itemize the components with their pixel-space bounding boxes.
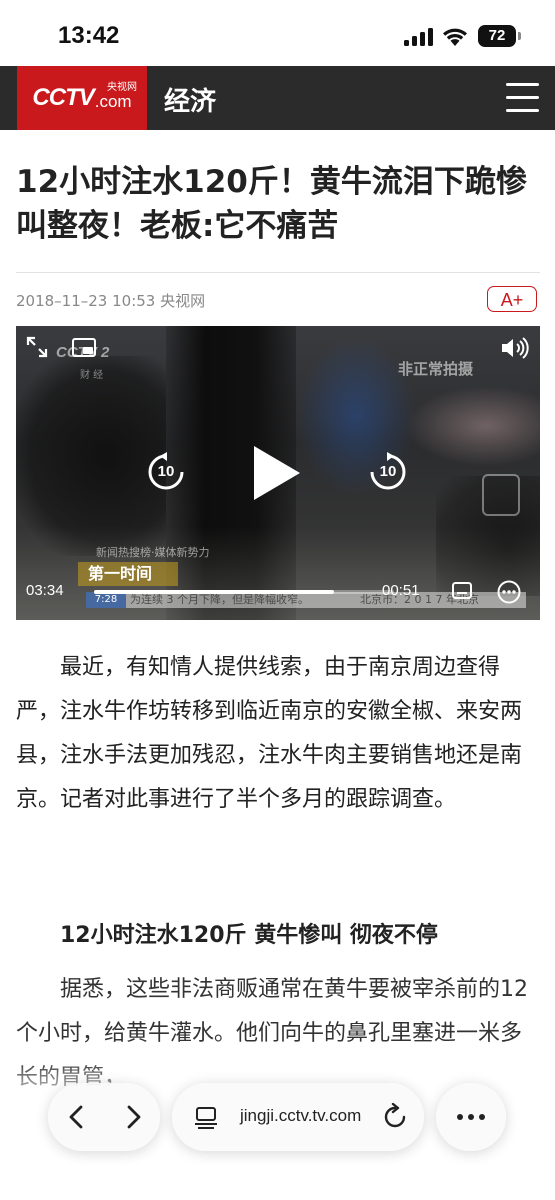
skip-back-10-button[interactable]: 10 (146, 452, 186, 492)
article-paragraph: 最近，有知情人提供线索，由于南京周边查得严，注水牛作坊转移到临近南京的安徽全椒、… (16, 655, 523, 812)
forward-arrow-icon[interactable] (124, 1105, 144, 1129)
video-progress-bar[interactable] (94, 590, 394, 594)
navigation-pill (48, 1083, 160, 1151)
cellular-signal-icon (404, 28, 433, 46)
page-menu-icon[interactable] (194, 1107, 218, 1129)
more-options-icon[interactable] (497, 580, 521, 604)
logo-cn-text: 央视网 (107, 82, 137, 93)
video-progress-fill (94, 590, 334, 594)
station-badge-icon (482, 474, 520, 516)
logo-com-text: .com (94, 92, 132, 111)
url-text: jingji.cctv.tv.com (240, 1106, 362, 1125)
fullscreen-icon[interactable] (26, 336, 48, 358)
video-player[interactable]: CCTV 2 财 经 非正常拍摄 新闻热搜榜·媒体新势力 第一时间 7:28 为… (16, 326, 540, 620)
skip-back-label: 10 (157, 463, 175, 480)
play-icon[interactable] (254, 446, 300, 500)
article-meta: 2018–11–23 10:53 央视网 (16, 292, 206, 310)
more-menu-button[interactable] (436, 1083, 506, 1151)
picture-in-picture-icon[interactable] (72, 338, 96, 358)
article-title: 12小时注水120斤！黄牛流泪下跪惨叫整夜！老板:它不痛苦 (16, 164, 527, 244)
hamburger-menu-icon[interactable] (506, 83, 539, 113)
logo-cctv-text: CCTV (32, 84, 94, 111)
divider (16, 272, 540, 273)
battery-tip-icon (518, 32, 521, 40)
reload-icon[interactable] (382, 1103, 408, 1131)
remaining-time: 00:51 (382, 582, 420, 599)
channel-watermark-sub: 财 经 (80, 370, 104, 381)
ticker-text: 为连续 3 个月下降，但是降幅收窄。 (130, 593, 309, 606)
clock: 13:42 (58, 22, 120, 49)
hidden-camera-watermark: 非正常拍摄 (398, 360, 474, 378)
site-header: CCTV .com 央视网 经济 (0, 66, 555, 130)
wifi-icon (443, 28, 467, 46)
font-size-button[interactable]: A+ (487, 286, 537, 312)
article-subheading: 12小时注水120斤 黄牛惨叫 彻夜不停 (60, 923, 438, 948)
section-title[interactable]: 经济 (164, 81, 216, 118)
volume-icon[interactable] (500, 336, 530, 360)
cctv-logo[interactable]: CCTV .com 央视网 (17, 66, 147, 130)
show-name-banner: 第一时间 (78, 562, 178, 586)
skip-forward-label: 10 (379, 463, 397, 480)
skip-forward-10-button[interactable]: 10 (368, 452, 408, 492)
back-arrow-icon[interactable] (66, 1105, 86, 1129)
battery-indicator: 72 (478, 25, 516, 47)
elapsed-time: 03:34 (26, 582, 64, 599)
ticker-time: 7:28 (86, 592, 126, 608)
subtitles-icon[interactable] (452, 582, 472, 600)
status-bar: 13:42 72 (0, 0, 555, 66)
ellipsis-icon (457, 1114, 485, 1120)
news-caption: 新闻热搜榜·媒体新势力 (96, 546, 210, 559)
